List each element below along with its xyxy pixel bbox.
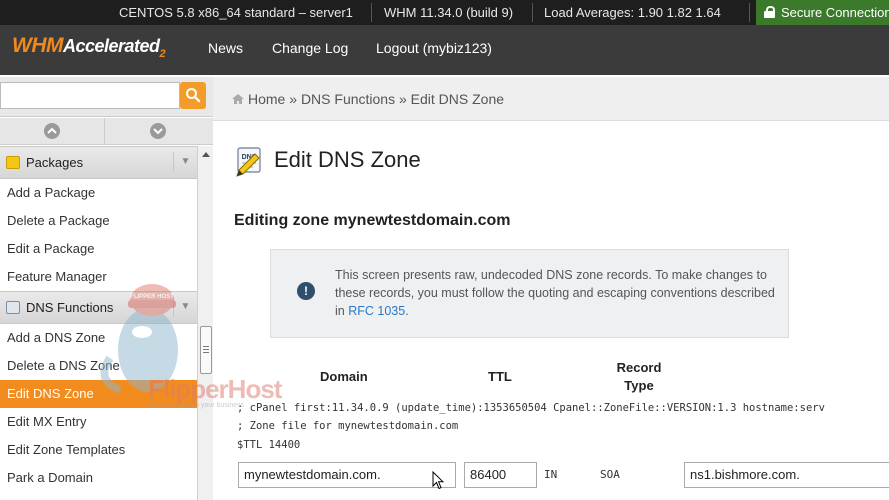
lock-icon	[764, 6, 775, 18]
server-info: CENTOS 5.8 x86_64 standard – server1	[119, 5, 353, 20]
sidebar-item-delete-dns-zone[interactable]: Delete a DNS Zone	[0, 352, 197, 380]
divider	[371, 3, 372, 22]
sidebar-group-label: Packages	[26, 155, 84, 170]
scroll-up-arrow-icon[interactable]	[202, 152, 210, 157]
search-input[interactable]	[0, 82, 180, 109]
dns-icon	[6, 301, 20, 314]
notice-text: This screen presents raw, undecoded DNS …	[335, 268, 775, 318]
chevron-down-icon[interactable]: ▼	[173, 152, 197, 172]
record-ttl-input[interactable]: 86400	[464, 462, 537, 488]
load-averages: Load Averages: 1.90 1.82 1.64	[544, 5, 721, 20]
logo-main: WHM	[12, 34, 63, 57]
sidebar-item-park-domain[interactable]: Park a Domain	[0, 464, 197, 492]
chevron-down-icon[interactable]: ▼	[173, 297, 197, 317]
scrollbar-thumb[interactable]	[200, 326, 212, 374]
chevron-down-icon	[150, 123, 166, 139]
column-header-record-type: Record Type	[616, 360, 662, 393]
zone-comment-line: ; Zone file for mynewtestdomain.com	[237, 420, 459, 432]
info-notice: ! This screen presents raw, undecoded DN…	[270, 249, 789, 338]
column-header-domain: Domain	[320, 369, 368, 384]
grip-icon	[203, 346, 209, 347]
server-status-bar: CENTOS 5.8 x86_64 standard – server1 WHM…	[0, 0, 889, 25]
breadcrumb-current: Edit DNS Zone	[410, 91, 505, 107]
sidebar-item-feature-manager[interactable]: Feature Manager	[0, 263, 197, 291]
record-type: SOA	[600, 468, 620, 481]
dns-edit-icon: DNS	[236, 147, 261, 177]
rfc-1035-link[interactable]: RFC 1035	[348, 304, 405, 318]
app-header: WHMAccelerated2 News Change Log Logout (…	[0, 25, 889, 75]
sidebar-item-edit-mx-entry[interactable]: Edit MX Entry	[0, 408, 197, 436]
breadcrumb: Home » DNS Functions » Edit DNS Zone	[213, 77, 889, 121]
page-title: Edit DNS Zone	[274, 147, 421, 172]
sidebar-group-dns-functions[interactable]: DNS Functions ▼	[0, 291, 197, 324]
home-icon	[232, 94, 244, 104]
zone-ttl-line: $TTL 14400	[237, 439, 301, 451]
column-header-ttl: TTL	[488, 369, 512, 384]
sidebar-scroll-down-button[interactable]	[105, 118, 210, 145]
info-icon: !	[297, 282, 315, 300]
divider	[749, 3, 750, 22]
sidebar-group-label: DNS Functions	[26, 300, 114, 315]
sidebar-item-edit-zone-templates[interactable]: Edit Zone Templates	[0, 436, 197, 464]
breadcrumb-dns-functions-link[interactable]: DNS Functions	[301, 91, 395, 107]
sidebar-item-edit-dns-zone[interactable]: Edit DNS Zone	[0, 380, 197, 408]
breadcrumb-separator: »	[398, 91, 407, 107]
whm-logo[interactable]: WHMAccelerated2	[12, 34, 166, 60]
sidebar-item-delete-package[interactable]: Delete a Package	[0, 207, 197, 235]
zone-subtitle: Editing zone mynewtestdomain.com	[234, 212, 511, 229]
sidebar-item-add-package[interactable]: Add a Package	[0, 179, 197, 207]
nav-logout-link[interactable]: Logout (mybiz123)	[376, 40, 492, 56]
sidebar-item-add-dns-zone[interactable]: Add a DNS Zone	[0, 324, 197, 352]
sidebar: Packages ▼ Add a Package Delete a Packag…	[0, 146, 197, 500]
breadcrumb-separator: »	[289, 91, 298, 107]
sidebar-scrollbar[interactable]	[197, 146, 213, 500]
record-domain-input[interactable]: mynewtestdomain.com.	[238, 462, 456, 488]
search-button[interactable]	[180, 82, 206, 109]
zone-comment-line: ; cPanel first:11.34.0.9 (update_time):1…	[237, 402, 825, 414]
secure-connection-badge: Secure Connection	[756, 0, 889, 25]
chevron-up-icon	[44, 123, 60, 139]
nav-news-link[interactable]: News	[208, 40, 243, 56]
whm-version: WHM 11.34.0 (build 9)	[384, 5, 514, 20]
main-content: DNS Edit DNS Zone Editing zone mynewtest…	[213, 122, 889, 500]
divider	[532, 3, 533, 22]
logo-sub: 2	[159, 48, 166, 60]
nav-changelog-link[interactable]: Change Log	[272, 40, 348, 56]
sidebar-scroll-buttons	[0, 118, 213, 145]
sidebar-group-packages[interactable]: Packages ▼	[0, 146, 197, 179]
secure-connection-label: Secure Connection	[781, 5, 889, 20]
mouse-cursor-icon	[432, 471, 444, 490]
sidebar-search	[0, 77, 213, 117]
sidebar-item-edit-package[interactable]: Edit a Package	[0, 235, 197, 263]
sidebar-scroll-up-button[interactable]	[0, 118, 105, 145]
package-icon	[6, 156, 20, 169]
logo-accelerated: Accelerated	[62, 36, 160, 56]
search-icon	[186, 88, 201, 103]
record-class: IN	[544, 468, 558, 481]
record-value-input[interactable]: ns1.bishmore.com.	[684, 462, 889, 488]
breadcrumb-home-link[interactable]: Home	[248, 91, 285, 107]
